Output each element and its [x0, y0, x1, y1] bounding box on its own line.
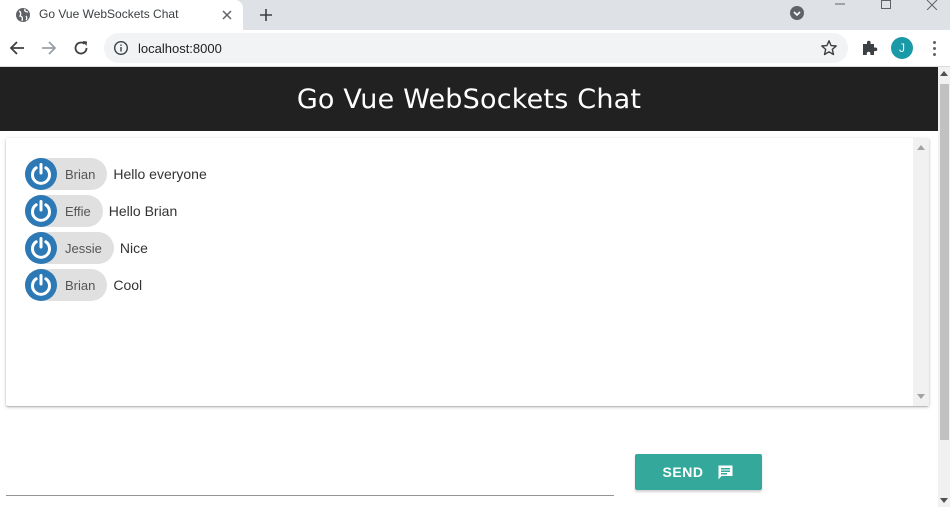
globe-icon: [16, 8, 30, 22]
chat-bubble-icon: [718, 465, 733, 479]
new-tab-icon[interactable]: [254, 3, 278, 27]
page-scroll-down-icon[interactable]: [940, 498, 948, 503]
maximize-icon[interactable]: [863, 0, 909, 12]
list-item: Jessie Nice: [25, 232, 207, 264]
list-item: Effie Hello Brian: [25, 195, 207, 227]
user-chip: Effie: [25, 195, 103, 227]
user-chip: Brian: [25, 158, 108, 190]
forward-icon[interactable]: [37, 36, 61, 60]
list-item: Brian Cool: [25, 269, 207, 301]
close-tab-icon[interactable]: [217, 5, 237, 25]
browser-menu-icon[interactable]: [926, 38, 942, 58]
url-text[interactable]: localhost:8000: [138, 41, 222, 56]
username: Jessie: [65, 240, 102, 256]
page-scroll-up-icon[interactable]: [940, 71, 948, 76]
send-button-label: SEND: [662, 464, 704, 480]
list-item: Brian Hello everyone: [25, 158, 207, 190]
username: Brian: [65, 166, 96, 182]
chat-messages-panel[interactable]: Brian Hello everyone Effie Hello Brian J…: [6, 138, 929, 406]
tab-search-icon[interactable]: [787, 3, 807, 23]
minimize-icon[interactable]: [817, 0, 863, 12]
address-bar[interactable]: localhost:8000: [104, 33, 848, 63]
message-input[interactable]: [6, 495, 614, 496]
scroll-up-icon[interactable]: [917, 145, 925, 150]
browser-tabstrip: Go Vue WebSockets Chat: [0, 0, 950, 30]
message-text: Cool: [113, 277, 143, 293]
scroll-down-icon[interactable]: [917, 394, 925, 399]
username: Effie: [65, 203, 91, 219]
power-icon: [25, 232, 57, 264]
tab-title: Go Vue WebSockets Chat: [39, 7, 179, 21]
page-viewport: Go Vue WebSockets Chat Brian Hello every…: [0, 67, 950, 507]
page-scrollbar[interactable]: [938, 67, 950, 507]
page-title: Go Vue WebSockets Chat: [296, 83, 642, 115]
message-text: Hello everyone: [113, 166, 207, 182]
power-icon: [25, 195, 57, 227]
power-icon: [25, 158, 57, 190]
chat-scrollbar[interactable]: [913, 138, 929, 406]
app-header: Go Vue WebSockets Chat: [0, 67, 938, 131]
extensions-puzzle-icon[interactable]: [860, 39, 878, 57]
user-chip: Jessie: [25, 232, 114, 264]
message-text: Hello Brian: [108, 203, 178, 219]
scrollbar-thumb[interactable]: [940, 84, 949, 440]
message-list: Brian Hello everyone Effie Hello Brian J…: [25, 158, 207, 306]
info-icon[interactable]: [113, 40, 129, 56]
bookmark-star-icon[interactable]: [820, 39, 838, 57]
username: Brian: [65, 277, 96, 293]
power-icon: [25, 269, 57, 301]
send-button[interactable]: SEND: [635, 454, 762, 490]
back-icon[interactable]: [5, 36, 29, 60]
reload-icon[interactable]: [69, 36, 93, 60]
window-close-icon[interactable]: [909, 0, 950, 12]
browser-toolbar: localhost:8000 J: [0, 30, 950, 67]
message-text: Nice: [119, 240, 148, 256]
profile-avatar[interactable]: J: [891, 37, 913, 59]
user-chip: Brian: [25, 269, 108, 301]
browser-tab[interactable]: Go Vue WebSockets Chat: [0, 0, 243, 30]
